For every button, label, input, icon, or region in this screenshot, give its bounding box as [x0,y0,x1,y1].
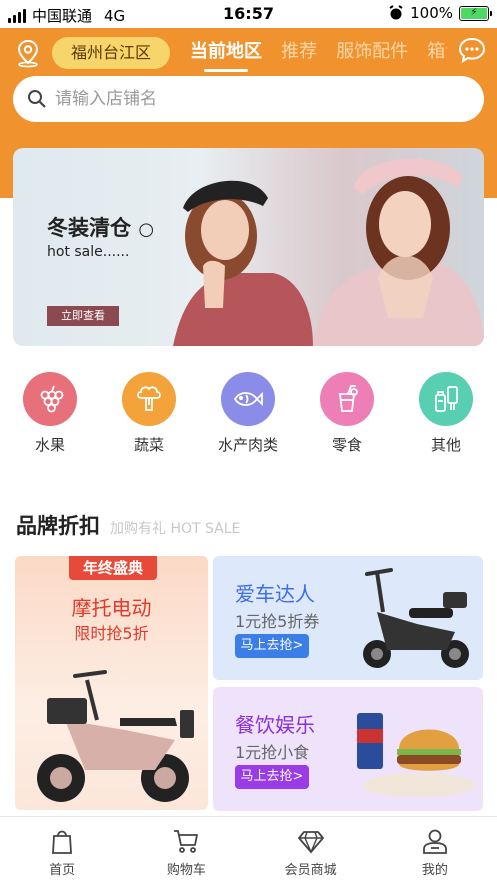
tab-apparel[interactable]: 服饰配件 [336,38,408,66]
brand-title: 品牌折扣 [16,514,100,538]
nav-label: 会员商城 [284,863,337,878]
diamond-icon [297,831,324,854]
dining-promo-card[interactable]: 餐饮娱乐 1元抢小食 马上去抢> [213,687,483,811]
category-label: 水果 [34,436,65,454]
car-lover-promo-card[interactable]: 爱车达人 1元抢5折券 马上去抢> [213,556,483,680]
category-label: 蔬菜 [133,436,164,454]
promo-banner[interactable]: 冬装清仓 ○ hot sale...... 立即查看 [13,148,484,346]
category-label: 水产肉类 [217,436,278,454]
tab-recommend[interactable]: 推荐 [281,38,317,66]
category-label: 零食 [331,436,362,454]
brand-subtitle: 加购有礼 HOT SALE [110,521,241,537]
card-subtitle: 1元抢5折券 [235,612,320,631]
banner-models-image [173,158,484,346]
year-end-badge: 年终盛典 [69,556,157,580]
electric-scooter-image [37,670,194,802]
category-snacks[interactable]: 零食 [307,372,387,455]
category-label: 其他 [430,436,461,454]
card-title: 爱车达人 [235,582,315,606]
search-bar[interactable] [13,76,484,122]
bottom-navigation: 首页 购物车 会员商城 我的 [0,816,497,883]
grab-now-button[interactable]: 马上去抢> [235,634,309,658]
card-subtitle: 限时抢5折 [74,624,149,643]
search-icon [28,90,46,108]
nav-member-mall[interactable]: 会员商城 [249,817,373,883]
drink-icon [320,372,374,426]
nav-label: 我的 [421,863,448,878]
header: 福州台江区 当前地区 推荐 服饰配件 箱包 [0,28,497,76]
nav-cart[interactable]: 购物车 [124,817,248,883]
battery-icon: ⚡ [459,5,492,21]
burger-meal-image [357,713,475,797]
fish-icon [221,372,275,426]
brand-section-header: 品牌折扣 加购有礼 HOT SALE [16,510,240,540]
category-vegetables[interactable]: 蔬菜 [109,372,189,455]
grab-now-button[interactable]: 马上去抢> [235,765,309,789]
nav-label: 购物车 [166,863,206,878]
category-grid: 水果 蔬菜 水产肉类 零食 其他 [0,372,497,462]
status-bar: 中国联通 4G 16:57 100% ⚡ [0,0,497,28]
user-icon [422,829,447,854]
tab-current-region[interactable]: 当前地区 [190,38,262,72]
tab-bags[interactable]: 箱包 [427,38,447,66]
tricycle-scooter-image [363,568,469,668]
category-seafood-meat[interactable]: 水产肉类 [208,372,288,455]
card-title: 餐饮娱乐 [235,713,315,737]
message-icon[interactable] [457,36,487,64]
battery-percent: 100% [410,4,453,22]
card-title: 摩托电动 [71,596,152,620]
status-right: 100% ⚡ [388,4,492,22]
bottles-icon [419,372,473,426]
search-input[interactable] [55,89,435,109]
shopping-bag-icon [52,830,73,854]
card-subtitle: 1元抢小食 [235,743,310,762]
location-selector[interactable]: 福州台江区 [52,37,170,69]
category-fruit[interactable]: 水果 [10,372,90,455]
banner-view-button[interactable]: 立即查看 [47,306,119,326]
alarm-icon [389,5,403,20]
nav-home[interactable]: 首页 [0,817,124,883]
motorbike-promo-card[interactable]: 年终盛典 摩托电动 限时抢5折 [15,556,208,810]
banner-subtitle: hot sale...... [47,244,130,260]
grapes-icon [23,372,77,426]
category-others[interactable]: 其他 [406,372,486,455]
nav-profile[interactable]: 我的 [373,817,497,883]
cart-icon [174,830,199,853]
location-pin-icon[interactable] [14,38,42,68]
broccoli-icon [122,372,176,426]
nav-label: 首页 [49,863,76,878]
banner-title: 冬装清仓 ○ [47,216,155,240]
category-tabs: 当前地区 推荐 服饰配件 箱包 [190,38,447,74]
